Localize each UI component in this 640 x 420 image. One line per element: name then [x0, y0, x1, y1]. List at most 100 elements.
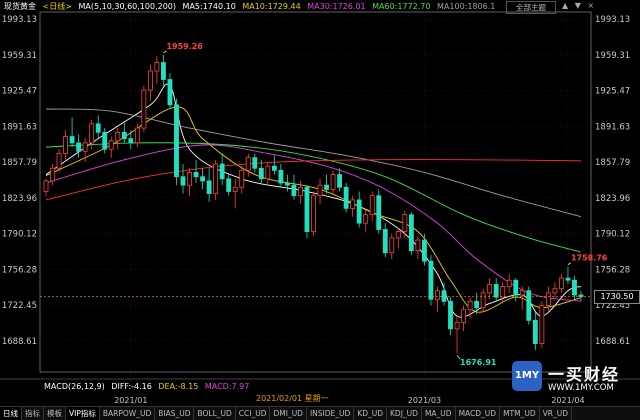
tab-indicator[interactable]: 指标 [22, 407, 44, 420]
candle-body [141, 89, 147, 129]
candle [376, 189, 382, 234]
candle-body [147, 70, 153, 91]
candle-body [206, 180, 212, 194]
candle-body [108, 140, 114, 150]
candle [389, 233, 395, 260]
crosshair-date-label: 2021/02/01 星期一 [256, 394, 329, 403]
candle-body [363, 214, 369, 224]
candle [265, 161, 271, 186]
logo-name: 一买财经 [548, 365, 621, 384]
candle-body [480, 292, 486, 309]
candle [454, 316, 460, 354]
tab-mtm[interactable]: MTM_UD [500, 407, 540, 420]
candle-body [402, 214, 408, 233]
tab-bias[interactable]: BIAS_UD [155, 407, 195, 420]
candle [461, 305, 466, 331]
candle-body [454, 322, 460, 330]
y-tick-label-right: 1993.13 [595, 15, 630, 25]
candle-body [337, 174, 343, 188]
up-arrow-icon[interactable]: ▲ [562, 1, 568, 10]
candle-body [167, 79, 173, 106]
candle-body [180, 176, 186, 186]
candle-body [513, 279, 519, 296]
candle [382, 223, 388, 257]
macd-label: MACD(26,12,9) [44, 382, 105, 391]
y-tick-label-right: 1925.47 [595, 87, 630, 97]
candle [356, 191, 362, 228]
candle-body [271, 165, 277, 171]
candle [147, 64, 153, 101]
candle [578, 290, 584, 302]
candle-body [448, 300, 453, 330]
ma30-value: MA30:1726.01 [307, 2, 366, 11]
candle-body [63, 136, 68, 154]
tab-macd[interactable]: MACD_UD [456, 407, 501, 420]
candle-body [506, 279, 512, 287]
window-controls: ▲ ▼ × [558, 1, 594, 13]
period-selector[interactable]: <日线> [43, 2, 72, 11]
y-tick-label-right: 1891.63 [595, 122, 630, 132]
price-chart-svg[interactable]: 1993.13 1993.13 1959.31 1959.31 1925.47 1925.… [0, 0, 640, 419]
candle [121, 122, 127, 143]
tab-boll[interactable]: BOLL_UD [194, 407, 236, 420]
candle-body [408, 214, 414, 252]
annotation-label: 1676.91 [460, 358, 497, 367]
candle [102, 128, 108, 154]
tab-dmi[interactable]: DMI_UD [270, 407, 307, 420]
candle [304, 185, 310, 238]
candle-body [382, 229, 388, 254]
candle-body [376, 195, 382, 230]
y-tick-label-left: 1688.61 [2, 337, 37, 347]
candle [572, 275, 577, 300]
down-arrow-icon[interactable]: ▼ [575, 1, 581, 10]
candle [219, 153, 225, 186]
candle-body [95, 123, 101, 133]
candle [226, 174, 232, 196]
candle-body [298, 186, 303, 197]
candle-body [350, 199, 356, 209]
y-tick-label-left: 1993.13 [2, 15, 37, 25]
candle [526, 286, 532, 325]
candle-body [89, 123, 95, 144]
tab-ma[interactable]: MA_UD [422, 407, 456, 420]
y-tick-label-left: 1823.96 [2, 194, 37, 204]
candle-body [552, 288, 558, 294]
candle [284, 174, 290, 192]
candle [408, 212, 414, 255]
candle [76, 134, 82, 158]
candle [350, 195, 356, 217]
x-tick-label: 2021/04 [551, 396, 584, 405]
chart-area[interactable]: 1993.13 1993.13 1959.31 1959.31 1925.47 1925.… [0, 0, 640, 420]
theme-button[interactable]: 全部主题 [506, 1, 556, 14]
candle [95, 115, 101, 139]
tab-vr[interactable]: VR_UD [540, 407, 572, 420]
tab-inside[interactable]: INSIDE_UD [307, 407, 355, 420]
candle [278, 164, 284, 188]
candle [174, 98, 179, 186]
y-tick-label-right: 1790.12 [595, 230, 630, 240]
candle [311, 191, 316, 236]
tab-cci[interactable]: CCI_UD [236, 407, 271, 420]
tab-kd[interactable]: KD_UD [354, 407, 388, 420]
logo-badge: 1MY [512, 361, 542, 391]
candle-body [200, 176, 206, 182]
tab-kdj[interactable]: KDJ_UD [387, 407, 422, 420]
candle-body [154, 62, 160, 72]
candle [317, 178, 323, 205]
close-icon[interactable]: × [587, 1, 594, 10]
tab-barpow[interactable]: BARPOW_UD [100, 407, 156, 420]
candle [115, 128, 121, 150]
candle [448, 297, 453, 336]
candle [50, 164, 55, 186]
candle [206, 168, 212, 203]
tab-template[interactable]: 模板 [44, 407, 66, 420]
candle [187, 168, 192, 196]
candle [252, 153, 258, 173]
candle-body [76, 142, 82, 152]
tab-daily[interactable]: 日线 [0, 407, 22, 420]
tab-vip-indicator[interactable]: VIP指标 [66, 407, 100, 420]
candle [369, 191, 375, 222]
candle [180, 164, 186, 194]
candle-body [43, 180, 49, 192]
candle-body [395, 231, 401, 239]
